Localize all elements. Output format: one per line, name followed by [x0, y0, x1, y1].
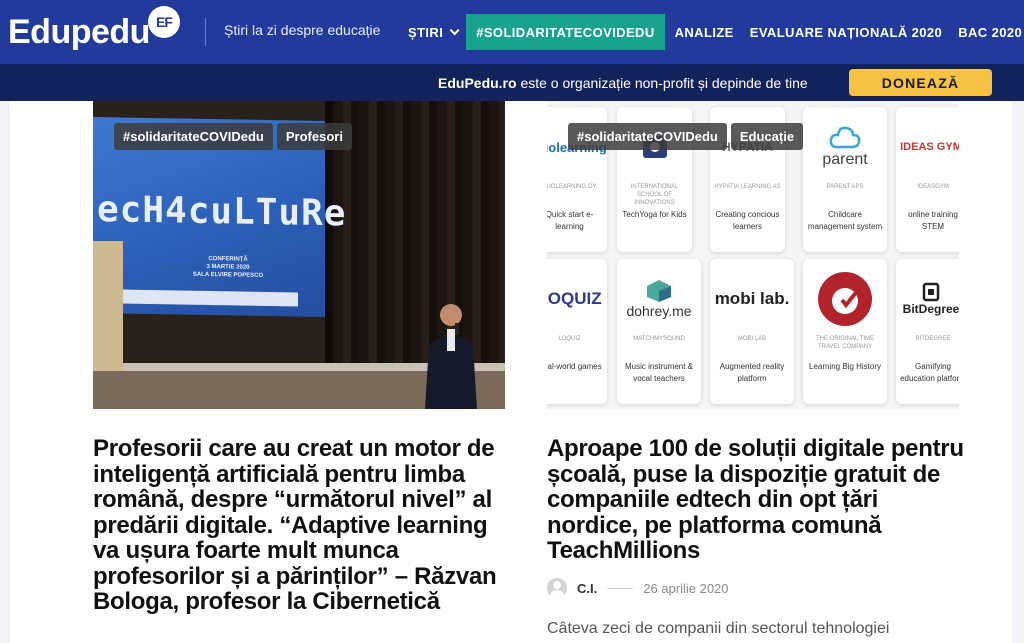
- avatar: [547, 578, 567, 598]
- tile-company: IDEASGYM: [917, 184, 949, 190]
- donate-message: EduPedu.ro este o organizație non-profit…: [438, 75, 808, 91]
- tile-logo: [803, 272, 887, 326]
- top-navigation: Edupedu EF Știri la zi despre educație Ș…: [0, 0, 1024, 64]
- menu-item-label: ȘTIRI: [408, 24, 444, 40]
- tile-loquiz: LOQUIZ LOQUIZ Real-world games: [547, 259, 607, 404]
- screen-title: ecH4cuLTuRe: [97, 189, 347, 235]
- tile-company: THE ORIGINAL TIME TRAVEL COMPANY: [815, 336, 874, 350]
- tile-description: TechYoga for Kids: [622, 210, 687, 219]
- menu-item-bac-2020[interactable]: BAC 2020: [950, 14, 1024, 50]
- tag-profesori[interactable]: Profesori: [276, 123, 352, 150]
- tag-educatie[interactable]: Educație: [730, 123, 804, 150]
- tile-logo: LOQUIZ: [547, 289, 602, 308]
- screen-subtitle: CONFERINȚĂ 3 MARTIE 2020 SALA ELVIRE POP…: [188, 255, 268, 280]
- page-gutter-right: [1012, 101, 1024, 643]
- podium: [93, 241, 123, 371]
- tile-description: Quick start e-learning: [547, 210, 594, 231]
- article-title[interactable]: Aproape 100 de soluții digitale pentru ș…: [547, 436, 967, 564]
- logo-text: Edupedu: [8, 13, 150, 51]
- menu-item-label: EVALUARE NAȚIONALĂ 2020: [749, 24, 943, 40]
- bitdegree-icon: [922, 282, 940, 302]
- screen-line: SALA ELVIRE POPESCO: [192, 271, 264, 279]
- tile-logo: IDEAS GYM: [900, 141, 959, 153]
- tile-mobilab: mobi lab. MOBI LAB Augmented reality pla…: [710, 259, 794, 404]
- tile-description: online training STEM: [908, 210, 958, 231]
- tag-solidaritatecovidedu[interactable]: #solidaritateCOVIDedu: [568, 123, 727, 150]
- tile-logo: dohrey.me: [617, 273, 701, 325]
- cloud-icon: [829, 126, 861, 149]
- menu-item-solidaritatecovidedu[interactable]: #SOLIDARITATECOVIDEDU: [466, 14, 665, 50]
- time-travel-logo-icon: [818, 272, 872, 326]
- tile-description: Creating concious learners: [715, 210, 780, 231]
- tile-company: INTERNATIONAL SCHOOL OF INNOVATIONS: [630, 184, 679, 206]
- menu-item-label: BAC 2020: [958, 24, 1023, 40]
- tile-description: Childcare management system: [807, 210, 883, 231]
- tile-description: Learning Big History: [808, 362, 882, 371]
- article-image-techculture[interactable]: ecH4cuLTuRe CONFERINȚĂ 3 MARTIE 2020 SAL…: [93, 101, 505, 409]
- tile-logo: BitDegree: [896, 273, 959, 325]
- tile-ideasgym: IDEAS GYM IDEASGYM online training STEM: [896, 107, 959, 252]
- tile-company: LOQUIZ: [558, 336, 581, 342]
- menu-item-analize[interactable]: ANALIZE: [667, 14, 742, 50]
- tile-parent: parent PARENT APS Childcare management s…: [803, 107, 887, 252]
- article-tags: #solidaritateCOVIDedu Educație: [568, 123, 804, 150]
- tile-company: BITDEGREE: [915, 336, 951, 342]
- tile-logo-text: parent: [822, 151, 868, 168]
- tile-logo-text: BitDegree: [902, 302, 959, 316]
- tile-company: MATCHMYSOUND: [633, 336, 685, 342]
- main-menu: ȘTIRI #SOLIDARITATECOVIDEDU ANALIZE EVAL…: [400, 14, 1024, 50]
- tile-logo-text: dohrey.me: [626, 303, 692, 319]
- nav-divider: [205, 18, 206, 46]
- tile-description: Augmented reality platform: [719, 362, 785, 383]
- cube-icon: [647, 280, 671, 302]
- site-logo[interactable]: Edupedu EF: [8, 6, 180, 56]
- article-excerpt: Câteva zeci de companii din sectorul teh…: [547, 620, 890, 637]
- article-meta: C.I. 26 aprilie 2020: [547, 577, 729, 599]
- tile-company: PARENT APS: [826, 184, 864, 190]
- sponsor-logos: [118, 289, 298, 307]
- article-image-teachmillions[interactable]: Vuolearning VUOLEARNING OY Quick start e…: [547, 101, 959, 409]
- menu-item-label: #SOLIDARITATECOVIDEDU: [476, 24, 655, 40]
- menu-item-stiri[interactable]: ȘTIRI: [400, 14, 464, 50]
- speaker-figure: [425, 304, 477, 409]
- tile-logo: parent: [803, 121, 887, 173]
- tile-company: HYPATIA LEARNING AS: [714, 184, 781, 190]
- meta-divider: [607, 587, 634, 589]
- tile-company: VUOLEARNING OY: [547, 184, 597, 190]
- tile-description: Real-world games: [547, 362, 602, 371]
- tile-description: Music instrument & vocal teachers: [624, 362, 694, 383]
- site-tagline: Știri la zi despre educație: [224, 22, 381, 38]
- article-tags: #solidaritateCOVIDedu Profesori: [114, 123, 352, 150]
- donate-message-text: este o organizație non-profit și depinde…: [516, 75, 808, 91]
- tag-solidaritatecovidedu[interactable]: #solidaritateCOVIDedu: [114, 123, 273, 150]
- page-gutter-left: [0, 101, 10, 643]
- chevron-down-icon: [449, 24, 460, 35]
- donate-site-name: EduPedu.ro: [438, 75, 517, 91]
- tile-description: Gamifying education platform: [900, 362, 959, 383]
- menu-item-evaluare-nationala[interactable]: EVALUARE NAȚIONALĂ 2020: [742, 14, 950, 50]
- tile-logo: mobi lab.: [714, 289, 790, 308]
- tile-dohrey: dohrey.me MATCHMYSOUND Music instrument …: [617, 259, 701, 404]
- tile-time-travel: THE ORIGINAL TIME TRAVEL COMPANY Learnin…: [803, 259, 887, 404]
- tile-bitdegree: BitDegree BITDEGREE Gamifying education …: [896, 259, 959, 404]
- logo-badge: EF: [147, 6, 180, 38]
- tile-company: MOBI LAB: [737, 336, 767, 342]
- article-date: 26 aprilie 2020: [643, 580, 729, 596]
- article-title[interactable]: Profesorii care au creat un motor de int…: [93, 436, 513, 615]
- menu-item-label: ANALIZE: [674, 24, 734, 40]
- author-link[interactable]: C.I.: [577, 581, 597, 596]
- donate-button[interactable]: DONEAZĂ: [849, 69, 992, 96]
